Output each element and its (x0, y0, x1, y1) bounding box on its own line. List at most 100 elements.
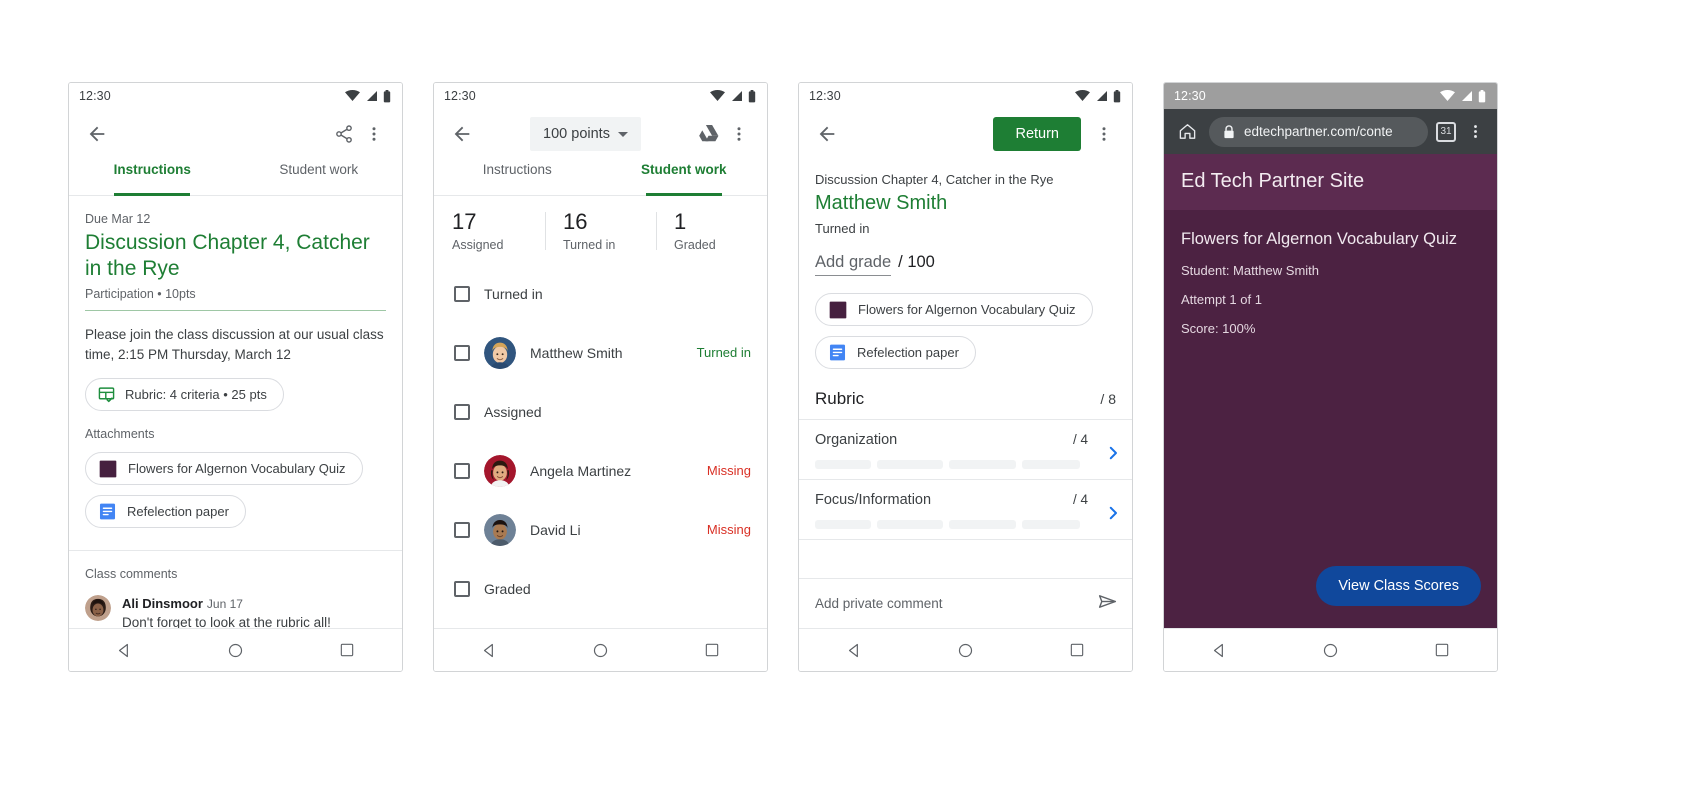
instructions-content: Due Mar 12 Discussion Chapter 4, Catcher… (69, 196, 402, 628)
list-item-student[interactable]: Angela Martinez Missing (434, 441, 767, 500)
address-bar[interactable]: edtechpartner.com/conte (1209, 116, 1428, 147)
rubric-criterion-organization[interactable]: Organization / 4 (799, 419, 1132, 479)
student-work-content: 17 Assigned 16 Turned in 1 Graded Turned… (434, 196, 767, 628)
list-item-student[interactable]: David Li Missing (434, 500, 767, 559)
chevron-right-icon[interactable] (1104, 444, 1122, 467)
comment-header: Ali Dinsmoor Jun 17 (122, 595, 386, 613)
level-bar[interactable] (815, 460, 871, 469)
nav-back-icon[interactable] (846, 642, 863, 659)
page-title: Flowers for Algernon Vocabulary Quiz (1181, 230, 1458, 248)
comment-date: Jun 17 (206, 597, 243, 612)
level-bar[interactable] (1021, 520, 1080, 529)
level-bar[interactable] (949, 460, 1016, 469)
nav-recents-icon[interactable] (1069, 642, 1085, 658)
tab-student-work[interactable]: Student work (236, 159, 403, 195)
nav-home-icon[interactable] (1322, 642, 1339, 659)
send-icon[interactable] (1097, 591, 1118, 617)
rubric-chip-label: Rubric: 4 criteria • 25 pts (125, 387, 267, 403)
criterion-levels (815, 460, 1116, 469)
rubric-criterion-focus[interactable]: Focus/Information / 4 (799, 479, 1132, 539)
list-group-graded[interactable]: Graded (434, 559, 767, 618)
stat-caption: Assigned (452, 238, 504, 253)
tab-student-work[interactable]: Student work (601, 159, 768, 195)
nav-recents-icon[interactable] (1434, 642, 1450, 658)
nav-home-icon[interactable] (592, 642, 609, 659)
stat-number: 17 (452, 209, 477, 234)
nav-back-icon[interactable] (1211, 642, 1228, 659)
rubric-chip[interactable]: Rubric: 4 criteria • 25 pts (85, 378, 284, 412)
phone-screen-grading: 12:30 Return Discussion Chapter 4, Catch… (798, 82, 1133, 672)
more-vert-icon[interactable] (1464, 123, 1487, 140)
nav-home-icon[interactable] (227, 642, 244, 659)
more-vert-icon[interactable] (724, 119, 754, 149)
nav-home-icon[interactable] (957, 642, 974, 659)
private-comment-input[interactable]: Add private comment (815, 596, 1097, 611)
grading-content: Discussion Chapter 4, Catcher in the Rye… (799, 159, 1132, 628)
nav-back-icon[interactable] (481, 642, 498, 659)
checkbox[interactable] (454, 403, 470, 420)
nav-recents-icon[interactable] (339, 642, 355, 658)
google-drive-icon[interactable] (694, 119, 724, 149)
wifi-icon (1075, 90, 1090, 101)
comment-item[interactable]: Ali Dinsmoor Jun 17 Don't forget to look … (69, 595, 402, 628)
divider (69, 550, 402, 552)
view-class-scores-button[interactable]: View Class Scores (1316, 566, 1481, 606)
checkbox[interactable] (454, 344, 470, 361)
add-grade-input[interactable]: Add grade (815, 253, 892, 276)
grading-header: Discussion Chapter 4, Catcher in the Rye… (799, 172, 1132, 369)
level-bar[interactable] (1021, 460, 1080, 469)
nav-recents-icon[interactable] (704, 642, 720, 658)
checkbox[interactable] (454, 580, 470, 597)
attachment-label: Flowers for Algernon Vocabulary Quiz (128, 461, 346, 477)
level-bar[interactable] (876, 520, 944, 529)
share-icon[interactable] (329, 119, 359, 149)
stat-turned-in[interactable]: 16 Turned in (545, 209, 656, 252)
return-button[interactable]: Return (993, 117, 1081, 151)
wifi-icon (1440, 90, 1455, 101)
signal-icon (367, 91, 377, 101)
attachment-chip-quiz[interactable]: Flowers for Algernon Vocabulary Quiz (85, 452, 363, 486)
list-item-student[interactable]: Matthew Smith Turned in (434, 323, 767, 382)
status-bar: 12:30 (69, 83, 402, 109)
level-bar[interactable] (949, 520, 1016, 529)
google-docs-icon (828, 343, 847, 362)
level-bar[interactable] (815, 520, 871, 529)
points-dropdown[interactable]: 100 points (530, 117, 641, 151)
back-arrow-icon[interactable] (812, 119, 842, 149)
attachment-chip-docs[interactable]: Refelection paper (85, 495, 246, 529)
back-arrow-icon[interactable] (447, 119, 477, 149)
checkbox[interactable] (454, 462, 470, 479)
tab-count-button[interactable]: 31 (1436, 121, 1456, 142)
level-bar[interactable] (876, 460, 944, 469)
divider-green (85, 310, 386, 312)
wifi-icon (345, 90, 360, 101)
battery-icon (1113, 89, 1121, 102)
attachment-label: Refelection paper (857, 345, 959, 360)
tab-instructions[interactable]: Instructions (434, 159, 601, 195)
avatar (484, 336, 516, 369)
stat-assigned[interactable]: 17 Assigned (434, 209, 545, 253)
back-arrow-icon[interactable] (82, 119, 112, 149)
more-vert-icon[interactable] (1089, 119, 1119, 149)
tab-instructions[interactable]: Instructions (69, 159, 236, 195)
more-vert-icon[interactable] (359, 119, 389, 149)
chevron-right-icon[interactable] (1104, 504, 1122, 527)
checkbox[interactable] (454, 285, 470, 302)
criterion-top: Focus/Information / 4 (815, 492, 1116, 508)
list-group-assigned[interactable]: Assigned (434, 382, 767, 441)
attachment-chip-quiz[interactable]: Flowers for Algernon Vocabulary Quiz (815, 293, 1093, 326)
app-bar: 100 points (434, 109, 767, 159)
list-group-turned-in[interactable]: Turned in (434, 264, 767, 323)
status-badge: Missing (706, 463, 751, 479)
status-bar: 12:30 (799, 83, 1132, 109)
home-icon[interactable] (1174, 122, 1201, 141)
stat-graded[interactable]: 1 Graded (656, 209, 767, 252)
attachment-chip-docs[interactable]: Refelection paper (815, 336, 976, 369)
checkbox[interactable] (454, 521, 470, 538)
assignment-block: Due Mar 12 Discussion Chapter 4, Catcher… (69, 212, 402, 529)
private-comment-bar[interactable]: Add private comment (799, 578, 1132, 628)
student-name: Angela Martinez (530, 462, 632, 479)
nav-back-icon[interactable] (116, 642, 133, 659)
grade-field[interactable]: Add grade / 100 (815, 253, 1116, 276)
status-icons (710, 89, 756, 103)
